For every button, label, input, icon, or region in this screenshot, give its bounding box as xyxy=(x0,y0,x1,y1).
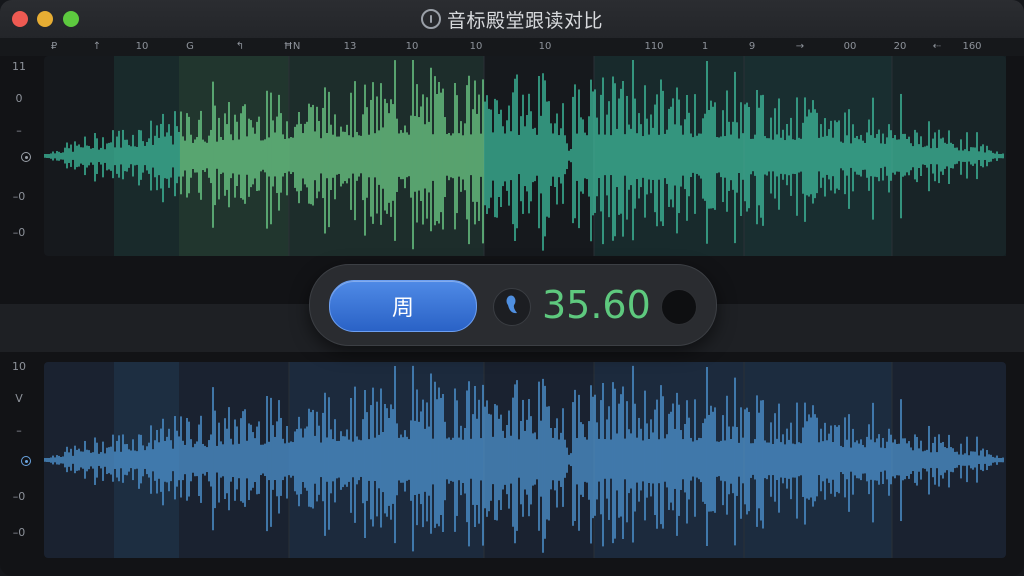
window-title: 音标殿堂跟读对比 xyxy=(446,9,603,32)
app-window: 音标殿堂跟读对比 ₽ ↑ 10 G ↰ ĦN 13 10 10 10 110 1 9 → 00 20 ⇠ 160 … xyxy=(0,0,1024,576)
time-ruler: ₽ ↑ 10 G ↰ ĦN 13 10 10 10 110 1 9 → 00 20 ⇠ 160 xyxy=(0,38,1024,56)
ruler-tick-label: G xyxy=(186,41,194,52)
ruler-tick-label: 20 xyxy=(893,41,907,52)
record-button[interactable] xyxy=(493,288,531,326)
ruler-tick-label: 10 xyxy=(469,41,483,52)
reference-waveform[interactable] xyxy=(44,56,1006,256)
axis-label: –0 xyxy=(12,226,26,239)
ruler-tick-label: ↑ xyxy=(92,41,102,52)
reference-waveform-graphic xyxy=(44,56,1006,256)
axis-label: 10 xyxy=(12,360,26,373)
score-value: 35.60 xyxy=(542,283,651,327)
user-waveform[interactable] xyxy=(44,362,1006,558)
microphone-icon xyxy=(503,294,521,320)
axis-label: – xyxy=(16,124,22,137)
ruler-tick-label: 10 xyxy=(405,41,419,52)
user-waveform-panel: 10 V – –0 –0 xyxy=(0,352,1024,576)
ruler-tick-label: 160 xyxy=(962,41,982,52)
playback-control-pill: 周 35.60 xyxy=(309,264,717,346)
ruler-tick-label: 10 xyxy=(135,41,149,52)
ruler-tick-label: 13 xyxy=(343,41,357,52)
ruler-tick-label: 1 xyxy=(701,41,709,52)
zero-line-icon xyxy=(21,456,31,466)
ruler-tick-label: 00 xyxy=(843,41,857,52)
ruler-tick-label: ↰ xyxy=(235,41,245,52)
zero-line-icon xyxy=(21,152,31,162)
ruler-tick-label: 110 xyxy=(644,41,664,52)
axis-label: 11 xyxy=(12,60,26,73)
ruler-tick-label: → xyxy=(795,41,805,52)
axis-label: –0 xyxy=(12,490,26,503)
play-button[interactable]: 周 xyxy=(329,280,477,332)
user-waveform-graphic xyxy=(44,362,1004,558)
ruler-tick-label: 10 xyxy=(538,41,552,52)
axis-label: – xyxy=(16,424,22,437)
axis-label: –0 xyxy=(12,526,26,539)
axis-label: V xyxy=(15,392,23,405)
axis-label: –0 xyxy=(12,190,26,203)
ruler-tick-label: 9 xyxy=(748,41,756,52)
app-logo-icon xyxy=(420,9,441,29)
axis-label: 0 xyxy=(15,92,23,105)
ruler-tick-label: ₽ xyxy=(50,41,58,52)
ruler-tick-label: ⇠ xyxy=(932,41,942,52)
record-icon[interactable] xyxy=(661,289,697,325)
ruler-tick-label: ĦN xyxy=(283,41,301,52)
title-bar: 音标殿堂跟读对比 xyxy=(0,0,1024,39)
